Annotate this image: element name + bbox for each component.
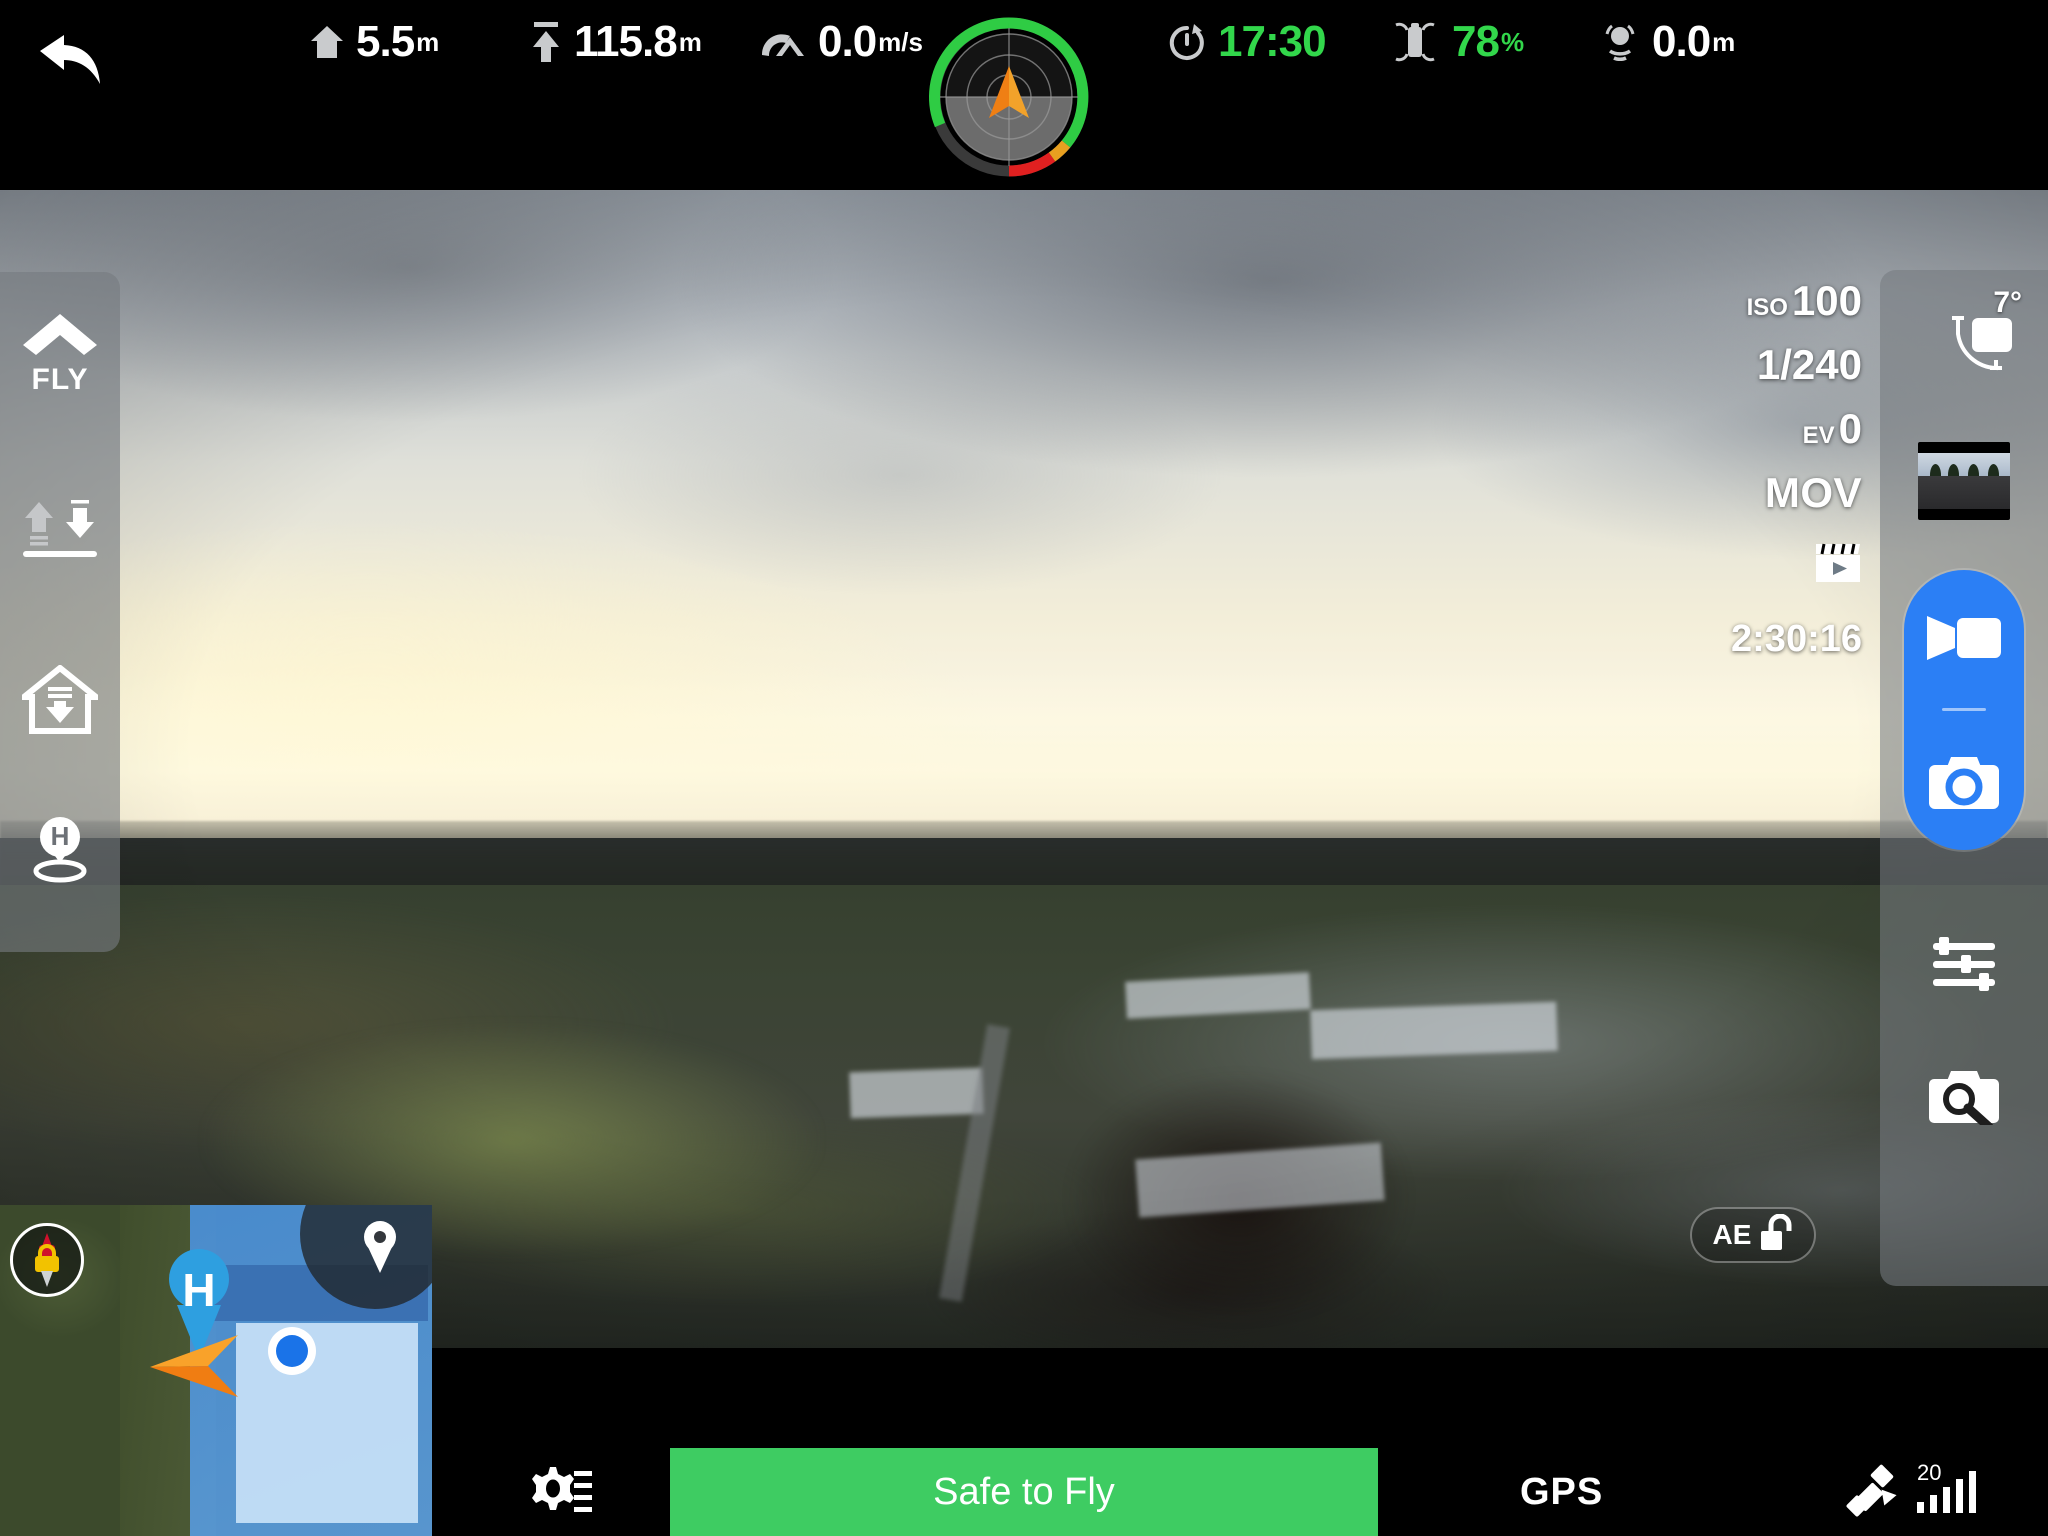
- attitude-radar-indicator[interactable]: [926, 14, 1092, 180]
- format-value: MOV: [1764, 469, 1862, 516]
- telemetry-battery: 78 %: [1390, 14, 1524, 70]
- map-recenter-button[interactable]: [354, 1217, 406, 1277]
- speedometer-icon: [760, 25, 806, 59]
- gimbal-pitch-value: 7°: [1993, 286, 2022, 319]
- iso-label: ISO: [1746, 294, 1788, 321]
- drone-app-root: 5.5 m 115.8 m 0.0 m/s 17:30 78 % 0.0 m F…: [0, 0, 2048, 1536]
- take-photo-button[interactable]: [1904, 722, 2024, 842]
- svg-text:H: H: [51, 821, 70, 851]
- home-pin-h-icon: H: [23, 813, 97, 892]
- camera-wrench-icon: [1929, 1071, 1999, 1125]
- map-pin-icon: [364, 1221, 396, 1273]
- shutter-row: 1/240: [1702, 344, 1862, 386]
- home-distance-value: 5.5: [356, 17, 415, 66]
- ae-label: AE: [1712, 1219, 1752, 1250]
- sidebar-item-fly-mode[interactable]: FLY: [0, 294, 120, 414]
- altitude-arrow-icon: [530, 21, 562, 63]
- battery-value: 78: [1452, 17, 1500, 66]
- gps-status[interactable]: GPS: [1520, 1448, 1603, 1536]
- telemetry-flight-timer: 17:30: [1168, 14, 1327, 70]
- settings-sliders-icon: [532, 1467, 592, 1512]
- minimap-aircraft-marker: [148, 1333, 244, 1399]
- remaining-duration-value: 2:30:16: [1731, 618, 1862, 660]
- ev-label: EV: [1802, 422, 1835, 449]
- vps-value: 0.0: [1652, 17, 1711, 66]
- capture-controls-pill: [1904, 570, 2024, 850]
- battery-unit: %: [1500, 26, 1525, 57]
- telemetry-speed: 0.0 m/s: [760, 14, 923, 70]
- left-flight-sidebar: FLY H: [0, 272, 120, 952]
- pill-divider: [1942, 708, 1986, 711]
- compass-lock-icon: [35, 1233, 59, 1287]
- camera-settings-readout: ISO100 1/240 EV0 MOV 2:30:16: [1702, 280, 1862, 680]
- altitude-unit: m: [678, 26, 702, 57]
- vps-unit: m: [1712, 26, 1736, 57]
- vps-sensor-icon: [1600, 22, 1640, 62]
- gimbal-camera-icon: [1952, 316, 2012, 371]
- photo-camera-icon: [1929, 757, 1999, 809]
- clapperboard-icon: [1814, 542, 1862, 588]
- takeoff-land-arrows-icon: [17, 493, 103, 567]
- satellite-status[interactable]: 20: [1845, 1448, 1987, 1536]
- ev-value: 0: [1838, 405, 1862, 452]
- user-location-dot: [276, 1335, 308, 1367]
- sliders-icon: [1933, 937, 1995, 991]
- padlock-open-icon: [1759, 1213, 1793, 1257]
- home-distance-unit: m: [416, 26, 440, 57]
- format-row: MOV: [1702, 472, 1862, 514]
- flight-status-text: Safe to Fly: [933, 1470, 1115, 1513]
- format-icon-row: [1702, 536, 1862, 598]
- house-icon: [310, 24, 344, 60]
- map-lock-button[interactable]: [10, 1223, 84, 1297]
- altitude-value: 115.8: [574, 17, 678, 66]
- chevron-up-icon: [21, 312, 99, 361]
- telemetry-home-distance: 5.5 m: [310, 14, 439, 70]
- aircraft-arrow-icon: [150, 1335, 238, 1397]
- sidebar-item-home-point[interactable]: H: [0, 792, 120, 912]
- iso-row: ISO100: [1702, 280, 1862, 322]
- settings-button[interactable]: [520, 1456, 600, 1528]
- gimbal-pitch-indicator[interactable]: 7°: [1880, 282, 2048, 402]
- satellite-icon: [1846, 1464, 1897, 1517]
- sidebar-item-auto-takeoff-landing[interactable]: [0, 472, 120, 592]
- video-camera-icon: [1927, 616, 2001, 660]
- camera-adjust-button[interactable]: [1904, 910, 2024, 1020]
- top-telemetry-bar: 5.5 m 115.8 m 0.0 m/s 17:30 78 % 0.0 m: [0, 0, 2048, 190]
- minimap-roof: [236, 1323, 418, 1523]
- record-video-button[interactable]: [1904, 578, 2024, 698]
- telemetry-altitude: 115.8 m: [530, 14, 702, 70]
- gps-label: GPS: [1520, 1470, 1604, 1513]
- flight-status-banner[interactable]: Safe to Fly: [670, 1448, 1378, 1536]
- speed-unit: m/s: [878, 26, 923, 57]
- ev-row: EV0: [1702, 408, 1862, 450]
- drone-battery-icon: [1390, 21, 1440, 63]
- camera-settings-button[interactable]: [1904, 1040, 2024, 1150]
- satellite-count: 20: [1917, 1460, 1942, 1485]
- speed-value: 0.0: [818, 17, 877, 66]
- iso-value: 100: [1791, 277, 1862, 324]
- flight-timer-value: 17:30: [1218, 17, 1327, 66]
- thumbnail-ground: [1918, 476, 2010, 509]
- home-return-icon: [15, 663, 105, 740]
- fly-mode-label: FLY: [31, 362, 89, 396]
- ae-lock-badge[interactable]: AE: [1690, 1207, 1816, 1263]
- minimap[interactable]: H: [0, 1205, 432, 1536]
- right-camera-panel: 7°: [1880, 270, 2048, 1286]
- telemetry-vps-height: 0.0 m: [1600, 14, 1735, 70]
- remaining-duration-row: 2:30:16: [1702, 620, 1862, 658]
- sidebar-item-return-to-home[interactable]: [0, 642, 120, 762]
- home-marker-label: H: [182, 1264, 216, 1316]
- minimap-user-location[interactable]: [268, 1327, 316, 1375]
- stopwatch-icon: [1168, 22, 1206, 62]
- back-arrow-icon: [40, 35, 100, 84]
- shutter-value: 1/240: [1756, 341, 1862, 388]
- media-thumbnail[interactable]: [1918, 442, 2010, 520]
- back-button[interactable]: [30, 26, 110, 96]
